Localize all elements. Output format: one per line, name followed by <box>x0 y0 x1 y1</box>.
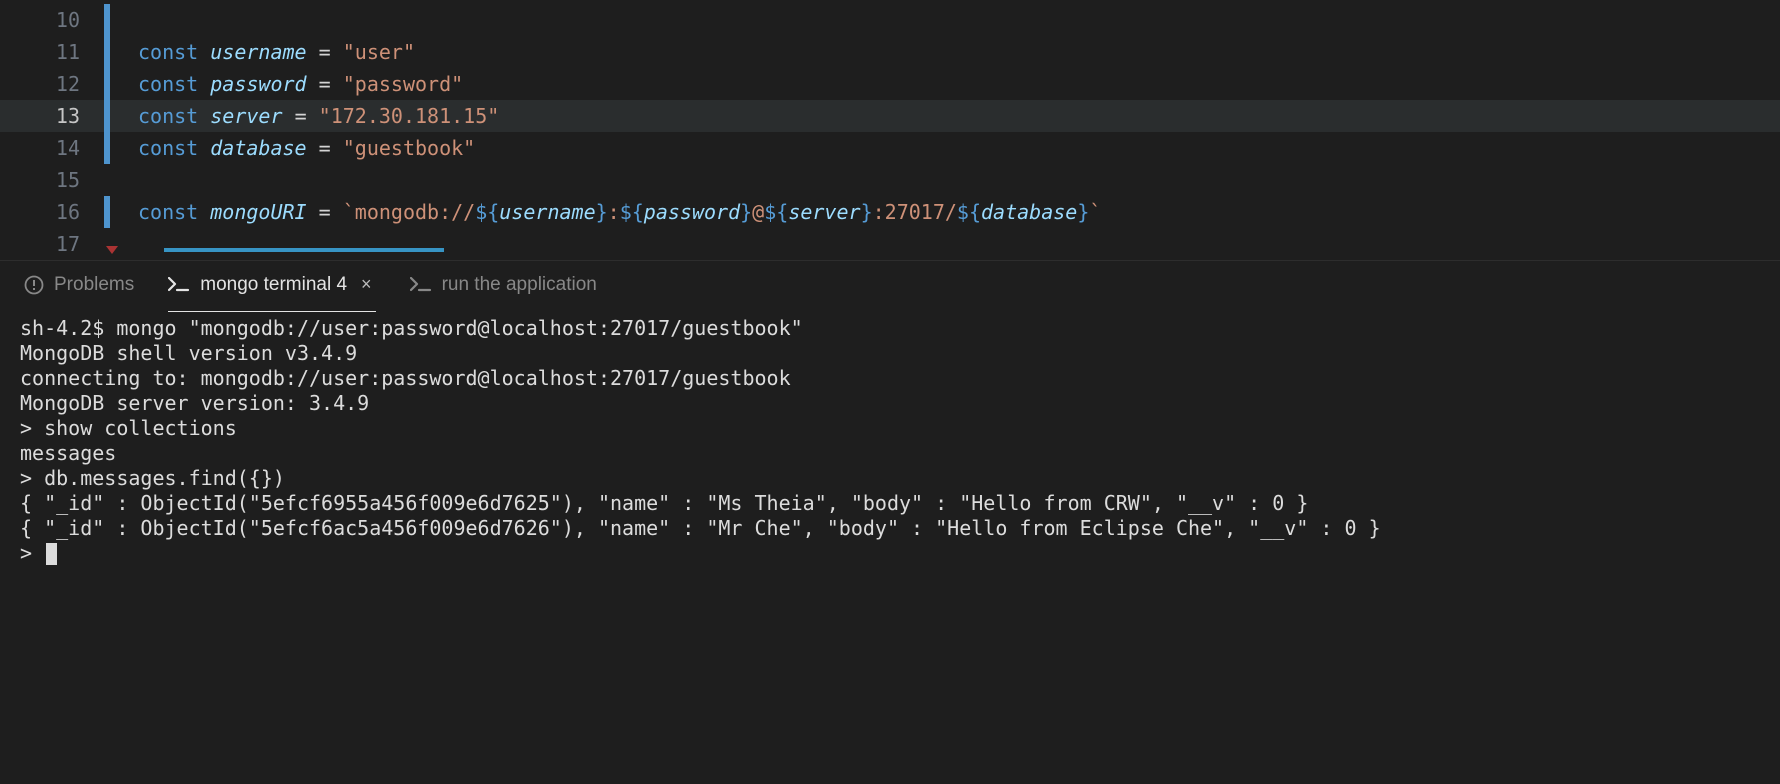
git-gutter-indicator <box>104 4 110 36</box>
code-line[interactable]: 14 const database = "guestbook" <box>0 132 1780 164</box>
line-number: 11 <box>0 40 104 64</box>
terminal-line: MongoDB server version: 3.4.9 <box>20 391 1760 416</box>
code-line[interactable]: 15 <box>0 164 1780 196</box>
git-gutter-indicator <box>104 68 110 100</box>
line-number: 15 <box>0 168 104 192</box>
terminal-line: > show collections <box>20 416 1760 441</box>
panel-tab[interactable]: Problems <box>24 268 134 302</box>
tab-label: run the application <box>442 274 597 296</box>
terminal-line: > <box>20 541 1760 566</box>
line-number: 10 <box>0 8 104 32</box>
code-line[interactable]: 10 <box>0 4 1780 36</box>
terminal-line: sh-4.2$ mongo "mongodb://user:password@l… <box>20 316 1760 341</box>
terminal-icon <box>410 277 432 293</box>
code-line[interactable]: 12 const password = "password" <box>0 68 1780 100</box>
line-number: 14 <box>0 136 104 160</box>
line-number: 16 <box>0 200 104 224</box>
terminal-line: connecting to: mongodb://user:password@l… <box>20 366 1760 391</box>
git-gutter-indicator <box>104 164 110 196</box>
git-gutter-indicator <box>104 36 110 68</box>
panel-tab[interactable]: run the application <box>410 268 597 302</box>
panel-tab[interactable]: mongo terminal 4 × <box>168 268 375 302</box>
terminal-line: > db.messages.find({}) <box>20 466 1760 491</box>
code-content[interactable]: const server = "172.30.181.15" <box>138 104 499 128</box>
git-gutter-indicator <box>104 196 110 228</box>
terminal-icon <box>168 277 190 293</box>
diff-marker-icon <box>106 246 118 254</box>
tab-label: mongo terminal 4 <box>200 274 347 296</box>
line-number: 12 <box>0 72 104 96</box>
code-line[interactable]: 13 const server = "172.30.181.15" <box>0 100 1780 132</box>
terminal-output[interactable]: sh-4.2$ mongo "mongodb://user:password@l… <box>0 308 1780 586</box>
panel-tab-bar: Problems mongo terminal 4 × run the applica… <box>0 260 1780 308</box>
code-content[interactable]: const username = "user" <box>138 40 415 64</box>
line-number: 17 <box>0 232 104 256</box>
alert-icon <box>24 275 44 295</box>
code-line[interactable]: 17 <box>0 228 1780 260</box>
code-content[interactable]: const database = "guestbook" <box>138 136 475 160</box>
git-gutter-indicator <box>104 100 110 132</box>
terminal-line: MongoDB shell version v3.4.9 <box>20 341 1760 366</box>
terminal-line: messages <box>20 441 1760 466</box>
git-gutter-indicator <box>104 228 110 260</box>
code-line[interactable]: 16 const mongoURI = `mongodb://${username… <box>0 196 1780 228</box>
terminal-cursor <box>46 543 57 565</box>
code-content[interactable]: const mongoURI = `mongodb://${username}:… <box>138 200 1101 224</box>
close-icon[interactable]: × <box>357 274 376 295</box>
git-gutter-indicator <box>104 132 110 164</box>
terminal-line: { "_id" : ObjectId("5efcf6955a456f009e6d… <box>20 491 1760 516</box>
code-line[interactable]: 11 const username = "user" <box>0 36 1780 68</box>
editor-pane[interactable]: 10 11 const username = "user" 12 const passw… <box>0 0 1780 260</box>
code-content[interactable]: const password = "password" <box>138 72 463 96</box>
horizontal-scroll-thumb[interactable] <box>164 248 444 252</box>
tab-label: Problems <box>54 274 134 296</box>
line-number: 13 <box>0 104 104 128</box>
terminal-line: { "_id" : ObjectId("5efcf6ac5a456f009e6d… <box>20 516 1760 541</box>
